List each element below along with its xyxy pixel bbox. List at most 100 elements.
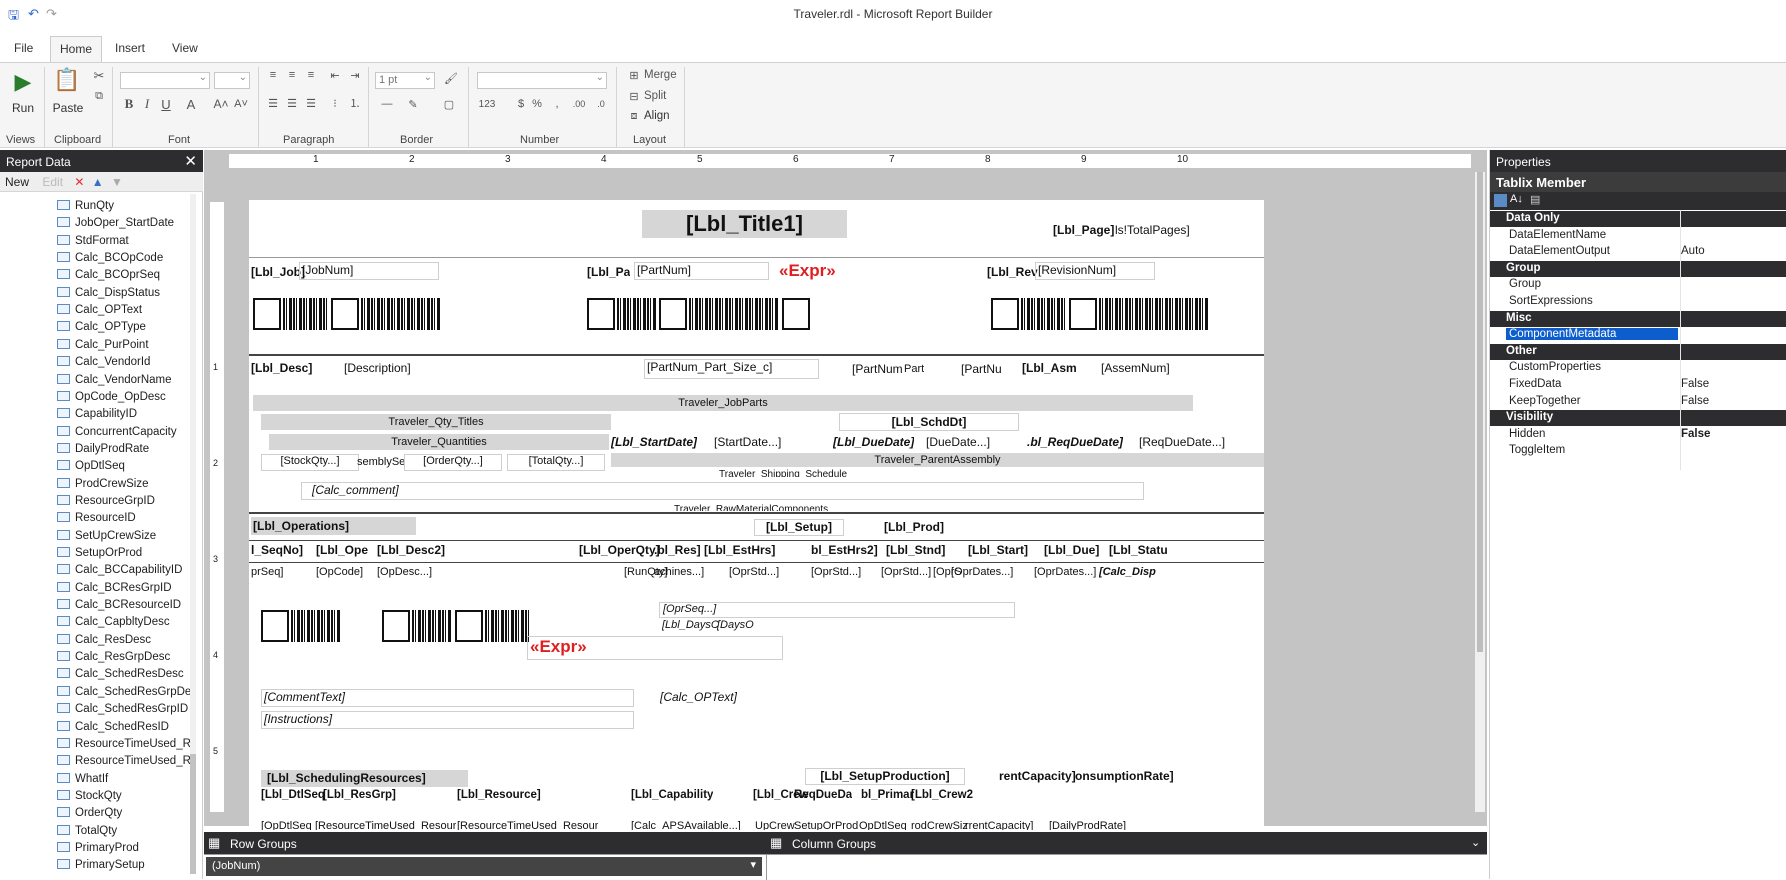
- field-item[interactable]: SetUpCrewSize: [57, 529, 156, 547]
- field-item[interactable]: Calc_SchedResDesc: [57, 668, 184, 685]
- op-value-cell[interactable]: [OpCode]: [316, 566, 363, 578]
- total-qty[interactable]: [TotalQty...]: [507, 454, 605, 471]
- resource-header-cell[interactable]: [Lbl_ResGrp]: [323, 789, 396, 801]
- field-item[interactable]: Calc_SchedResID: [57, 720, 169, 738]
- field-item[interactable]: Calc_BCResourceID: [57, 599, 181, 616]
- revision-num[interactable]: [RevisionNum]: [1035, 262, 1155, 280]
- field-item[interactable]: ResourceGrpID: [57, 494, 155, 512]
- op-header-cell[interactable]: .bl_Res]: [654, 543, 701, 557]
- paste-icon[interactable]: 📋: [53, 65, 80, 95]
- font-size-combo[interactable]: [214, 70, 250, 89]
- lbl-duedate[interactable]: [Lbl_DueDate]: [833, 435, 914, 449]
- field-item[interactable]: JobOper_StartDate: [57, 217, 174, 234]
- split-button[interactable]: Split: [644, 89, 680, 103]
- days-value[interactable]: [DaysO: [717, 619, 754, 631]
- traveler-qty-titles[interactable]: Traveler_Qty_Titles: [261, 414, 611, 430]
- field-item[interactable]: OpCode_OpDesc: [57, 390, 166, 408]
- resource-value-cell[interactable]: SetupOrProd: [794, 820, 858, 830]
- traveler-quantities[interactable]: Traveler_Quantities: [269, 434, 609, 450]
- report-title[interactable]: [Lbl_Title1]: [642, 210, 847, 238]
- lbl-part[interactable]: [Lbl_Pa: [587, 265, 630, 279]
- categorized-icon[interactable]: [1494, 194, 1507, 207]
- align-left-icon[interactable]: ☰: [266, 97, 280, 110]
- field-item[interactable]: Calc_SchedResGrpDe: [57, 685, 191, 703]
- underline-icon[interactable]: U: [159, 97, 173, 112]
- op-header-cell[interactable]: [Lbl_Desc2]: [377, 543, 445, 557]
- font-color-icon[interactable]: A: [184, 97, 198, 112]
- field-item[interactable]: Calc_PurPoint: [57, 338, 149, 356]
- part-num-2[interactable]: [PartNum: [852, 362, 903, 376]
- field-item[interactable]: TotalQty: [57, 824, 117, 842]
- report-body[interactable]: [Lbl_Title1] [Lbl_Page] ls!TotalPages] […: [249, 200, 1264, 830]
- description[interactable]: [Description]: [344, 361, 411, 375]
- field-item[interactable]: Calc_BCResGrpID: [57, 581, 172, 599]
- field-item[interactable]: Calc_VendorId: [57, 356, 150, 373]
- lbl-desc[interactable]: [Lbl_Desc]: [251, 361, 312, 375]
- resource-value-cell[interactable]: [ResourceTimeUsed_Resour: [315, 820, 456, 830]
- field-item[interactable]: Calc_BCOprSeq: [57, 269, 160, 286]
- tab-file[interactable]: File: [14, 41, 33, 55]
- order-qty[interactable]: [OrderQty...]: [404, 454, 502, 471]
- grow-font-icon[interactable]: A˄: [214, 97, 229, 111]
- field-item[interactable]: SetupOrProd: [57, 547, 142, 564]
- field-item[interactable]: ConcurrentCapacity: [57, 425, 177, 443]
- total-pages[interactable]: ls!TotalPages]: [1115, 223, 1190, 237]
- property-value[interactable]: False: [1681, 428, 1710, 440]
- property-row[interactable]: KeepTogether False: [1490, 393, 1786, 410]
- field-item[interactable]: ProdCrewSize: [57, 477, 149, 495]
- align-right-icon[interactable]: ☰: [304, 97, 318, 110]
- assem-num[interactable]: [AssemNum]: [1101, 361, 1170, 375]
- opr-seq[interactable]: [OprSeq...]: [659, 602, 1015, 618]
- field-item[interactable]: ResourceTimeUsed_R: [57, 755, 191, 772]
- property-row[interactable]: ComponentMetadata: [1490, 327, 1786, 344]
- op-value-cell[interactable]: [Calc_Disp: [1099, 566, 1156, 578]
- part-num-3[interactable]: [PartNu: [961, 362, 1002, 376]
- field-item[interactable]: Calc_BCOpCode: [57, 252, 163, 269]
- dropdown-icon[interactable]: ▾: [750, 858, 756, 871]
- border-style-icon[interactable]: —: [378, 97, 396, 111]
- property-row[interactable]: Group: [1490, 277, 1786, 294]
- job-num[interactable]: [JobNum]: [299, 262, 439, 280]
- report-data-scrollbar[interactable]: [190, 194, 196, 874]
- field-item[interactable]: Calc_CapbltyDesc: [57, 616, 170, 633]
- italic-icon[interactable]: I: [140, 96, 154, 111]
- op-value-cell[interactable]: [OpDesc...]: [377, 566, 432, 578]
- lbl-operations[interactable]: [Lbl_Operations]: [251, 517, 416, 535]
- req-due-date[interactable]: [ReqDueDate...]: [1139, 435, 1225, 449]
- field-item[interactable]: CapabilityID: [57, 408, 137, 425]
- fill-color-icon[interactable]: ✎: [404, 97, 422, 111]
- op-header-cell[interactable]: [Lbl_Due]: [1044, 543, 1099, 557]
- calc-optext[interactable]: [Calc_OPText]: [660, 690, 737, 704]
- resource-value-cell[interactable]: [OpDtlSeq: [261, 820, 312, 830]
- delete-icon[interactable]: ✕: [74, 175, 84, 189]
- lbl-prod[interactable]: [Lbl_Prod]: [884, 520, 944, 534]
- property-value[interactable]: False: [1681, 378, 1709, 390]
- increase-decimal-icon[interactable]: .00: [570, 97, 588, 111]
- cut-icon[interactable]: ✂: [92, 68, 106, 83]
- row-group-item[interactable]: (JobNum) ▾: [206, 857, 762, 876]
- lbl-setup-production[interactable]: [Lbl_SetupProduction]: [805, 768, 965, 785]
- field-item[interactable]: Calc_ResDesc: [57, 633, 151, 651]
- lbl-reqduedate[interactable]: .bl_ReqDueDate]: [1027, 435, 1123, 449]
- bullets-icon[interactable]: ⁝: [328, 97, 342, 110]
- op-value-cell[interactable]: [OprStd...]: [881, 566, 931, 578]
- field-item[interactable]: ResourceTimeUsed_R: [57, 737, 191, 755]
- currency-icon[interactable]: $: [514, 97, 528, 111]
- calc-comment[interactable]: [Calc_comment]: [301, 482, 1144, 500]
- field-item[interactable]: WhatIf: [57, 772, 108, 790]
- lbl-days[interactable]: [Lbl_DaysC: [662, 619, 719, 631]
- font-name-combo[interactable]: [120, 70, 210, 89]
- field-item[interactable]: Calc_DispStatus: [57, 286, 160, 304]
- number-format-combo[interactable]: [477, 70, 607, 89]
- tab-home[interactable]: Home: [50, 36, 103, 63]
- lbl-schddt[interactable]: [Lbl_SchdDt]: [839, 413, 1019, 431]
- expr-field-2[interactable]: «Expr»: [527, 636, 783, 660]
- op-value-cell[interactable]: [OprDates...]: [1034, 566, 1096, 578]
- op-header-cell[interactable]: [Lbl_Statu: [1109, 543, 1168, 557]
- align-center-icon[interactable]: ☰: [285, 97, 299, 110]
- property-row[interactable]: SortExpressions: [1490, 294, 1786, 310]
- resource-header-cell[interactable]: [Lbl_Resource]: [457, 789, 541, 801]
- op-header-cell[interactable]: [Lbl_OperQty]: [579, 543, 660, 557]
- traveler-jobparts[interactable]: Traveler_JobParts: [253, 395, 1193, 411]
- merge-button[interactable]: Merge: [644, 68, 680, 82]
